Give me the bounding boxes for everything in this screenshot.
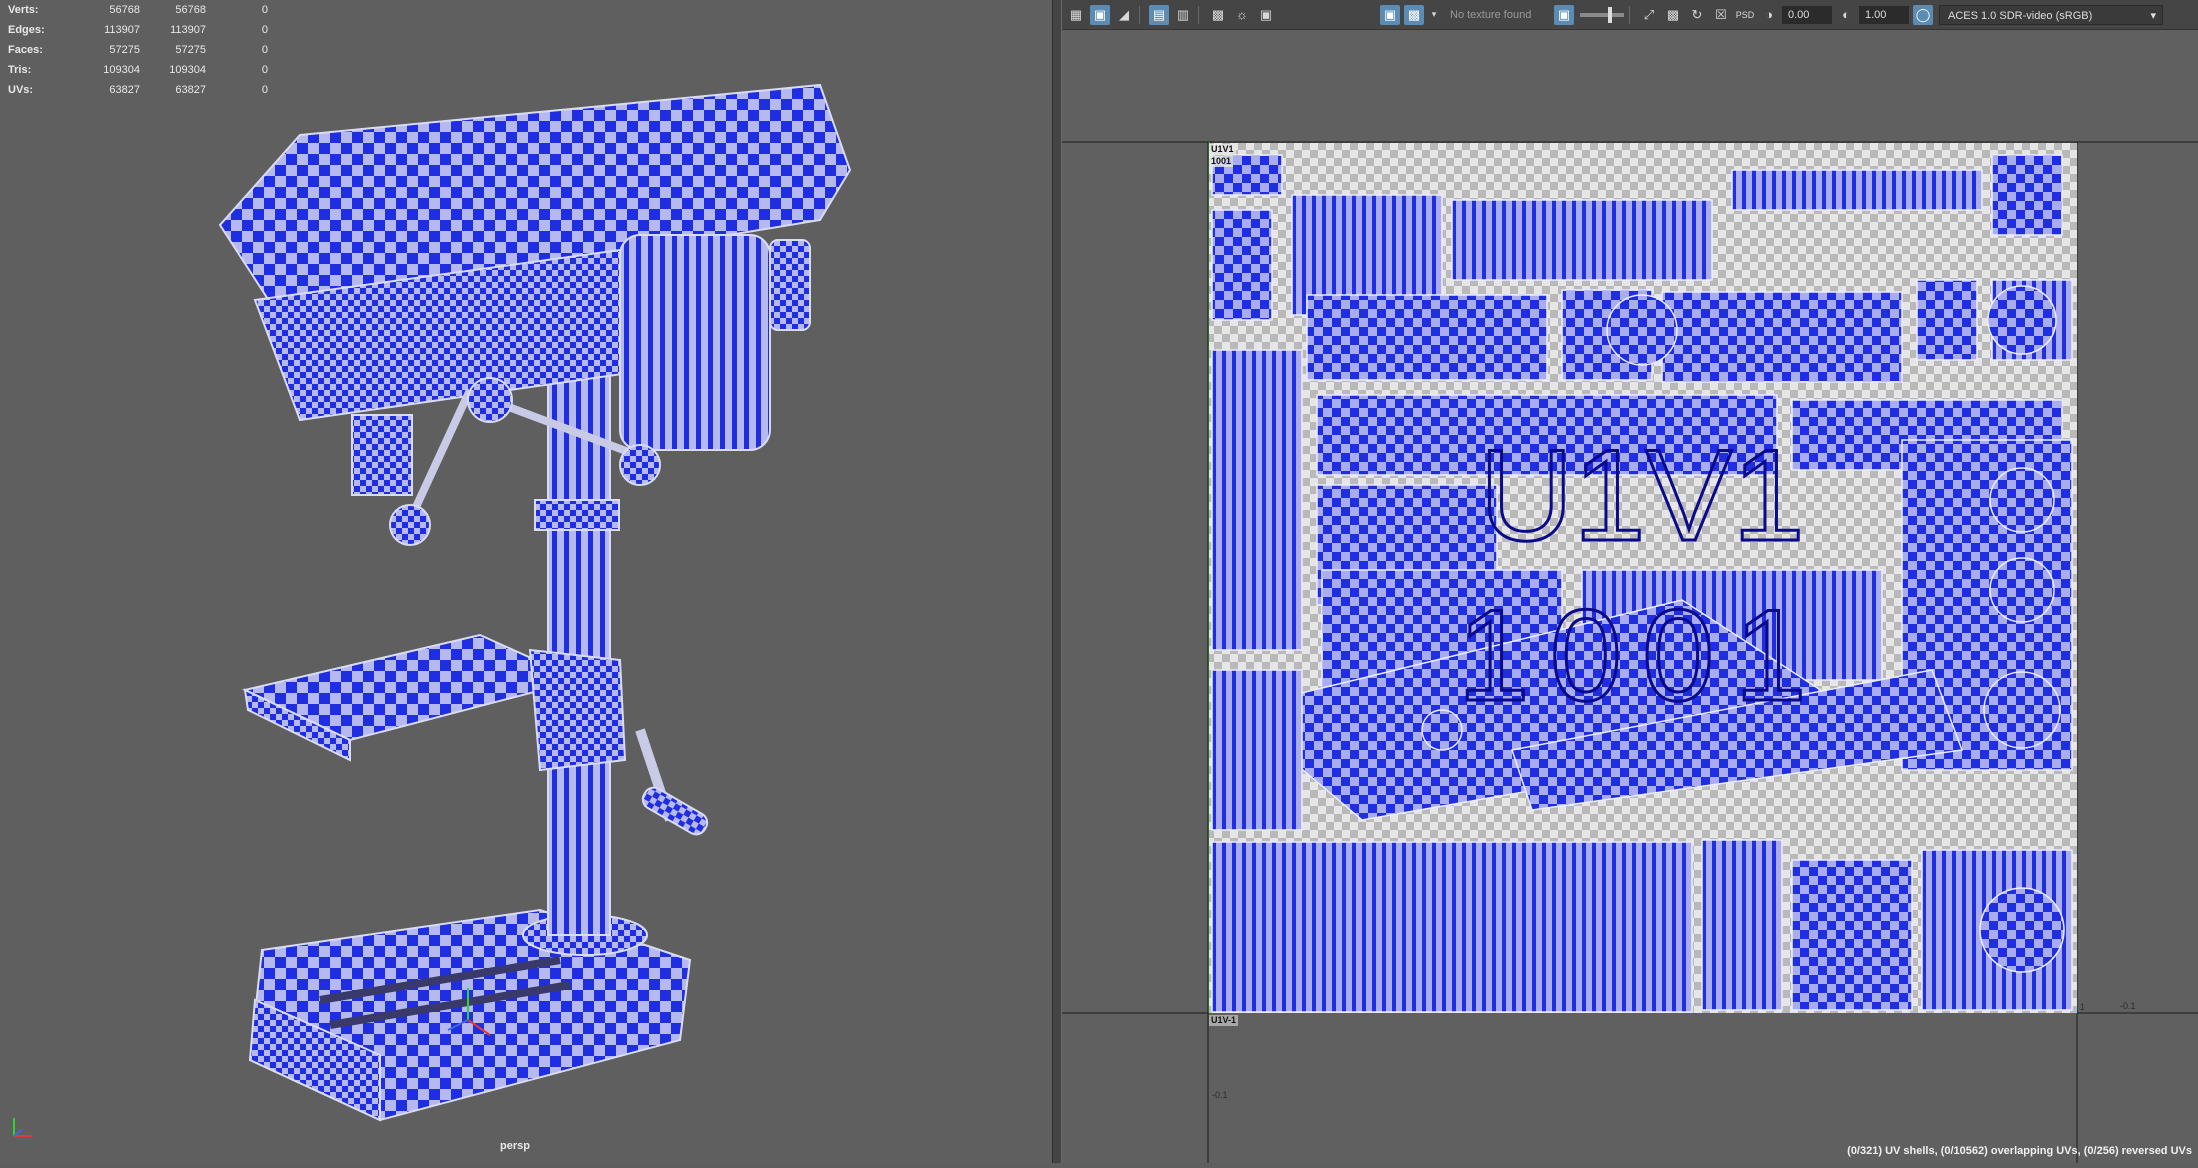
tick-one: 1: [2080, 1002, 2086, 1012]
uv-editor-panel[interactable]: ▦ ▣ ◢ ▤ ▥ ▩ ☼ ▣ ▣ ▩ ▾ No texture found ▣…: [1062, 0, 2198, 1163]
toolbar-separator: [1198, 5, 1199, 24]
stat-value: 113907: [104, 24, 140, 36]
drill-press-model[interactable]: [0, 0, 1052, 1163]
snapshot-icon[interactable]: ☼: [1232, 5, 1252, 25]
filter-icon[interactable]: ⤢: [1639, 5, 1659, 25]
uv-status-bar: (0/321) UV shells, (0/10562) overlapping…: [1847, 1145, 2192, 1157]
stat-label: Faces:: [8, 44, 43, 56]
stat-row: UVs: 63827 63827 0: [8, 80, 268, 100]
stat-value: 0: [261, 64, 268, 76]
toolbar-separator: [1629, 5, 1630, 24]
tile-label-lower: U1V-1: [1209, 1015, 1239, 1026]
tile-watermark-number: 1001: [1457, 582, 1826, 728]
panel-divider[interactable]: [1052, 0, 1062, 1163]
perspective-viewport[interactable]: Verts: 56768 56768 0 Edges: 113907 113907 0 Fa…: [0, 0, 1052, 1163]
camera-name-label: persp: [500, 1140, 530, 1152]
stat-value: 109304: [103, 64, 140, 76]
tick-neg-u: -0.1: [2120, 1001, 2136, 1011]
gamma-icon[interactable]: ◐: [1836, 5, 1856, 25]
stat-row: Edges: 113907 113907 0: [8, 20, 268, 40]
poly-count-hud: Verts: 56768 56768 0 Edges: 113907 113907 0 Fa…: [8, 0, 268, 100]
stat-label: Edges:: [8, 24, 45, 36]
stat-value: 0: [261, 24, 268, 36]
stat-value: 0: [261, 4, 268, 16]
stat-value: 56768: [175, 4, 206, 16]
shaded-uv-icon[interactable]: ◢: [1114, 5, 1134, 25]
uv-display-icon[interactable]: ▣: [1090, 4, 1110, 25]
stat-label: UVs:: [8, 84, 34, 96]
texture-status: No texture found: [1450, 8, 1532, 21]
tile-watermark-uv: U1V1: [1479, 422, 1804, 568]
color-space-value: ACES 1.0 SDR-video (sRGB): [1948, 9, 2093, 22]
rgb-channel-icon[interactable]: ↻: [1687, 5, 1707, 25]
stat-value: 63827: [175, 84, 206, 96]
psd-icon[interactable]: PSD: [1735, 5, 1755, 25]
isolate-icon[interactable]: ▥: [1173, 5, 1193, 25]
dim-image-slider[interactable]: [1580, 6, 1624, 23]
stat-value: 113907: [170, 24, 206, 36]
grid-icon[interactable]: ▤: [1149, 4, 1169, 25]
stat-label: Tris:: [8, 64, 32, 76]
texture-dropdown-icon[interactable]: ▾: [1428, 5, 1440, 25]
tick-neg-v: -0.1: [1212, 1090, 1228, 1100]
image-ratio-icon[interactable]: ▣: [1554, 4, 1574, 25]
stat-value: 63827: [109, 84, 140, 96]
slider-handle[interactable]: [1608, 6, 1612, 23]
camera-icon[interactable]: ▣: [1256, 5, 1276, 25]
stat-label: Verts:: [8, 4, 39, 16]
stat-value: 109304: [169, 64, 206, 76]
toolbar-separator: [1139, 5, 1140, 24]
uv-toolbar: ▦ ▣ ◢ ▤ ▥ ▩ ☼ ▣ ▣ ▩ ▾ No texture found ▣…: [1062, 0, 2198, 30]
exposure-field[interactable]: 0.00: [1782, 5, 1832, 24]
tile-label-upper: U1V1: [1209, 144, 1236, 155]
stat-value: 0: [261, 44, 268, 56]
gamma-field[interactable]: 1.00: [1859, 5, 1909, 24]
colorspace-icon[interactable]: ◯: [1913, 4, 1933, 25]
alpha-channel-icon[interactable]: ☒: [1711, 5, 1731, 25]
image-settings-icon[interactable]: ▩: [1663, 5, 1683, 25]
stat-row: Verts: 56768 56768 0: [8, 0, 268, 20]
checker-icon[interactable]: ▩: [1208, 5, 1228, 25]
tile-label-number: 1001: [1209, 156, 1234, 167]
checker-toggle-icon[interactable]: ▩: [1404, 4, 1424, 25]
stat-value: 56768: [109, 4, 140, 16]
exposure-icon[interactable]: ◑: [1759, 5, 1779, 25]
uv-layout[interactable]: U1V1 1001: [1062, 30, 2198, 1163]
stat-row: Faces: 57275 57275 0: [8, 40, 268, 60]
panel-layout-icon[interactable]: ▦: [1066, 5, 1086, 25]
stat-value: 0: [261, 84, 268, 96]
color-space-dropdown[interactable]: ACES 1.0 SDR-video (sRGB) ▾: [1939, 4, 2163, 25]
uv-canvas[interactable]: U1V1 1001 U1V1 1001 U1V-1 -0.1 -0.1 1: [1062, 30, 2198, 1163]
image-display-icon[interactable]: ▣: [1380, 4, 1400, 25]
stat-value: 57275: [175, 44, 206, 56]
stat-row: Tris: 109304 109304 0: [8, 60, 268, 80]
axis-orientation-icon: [13, 1118, 32, 1137]
stat-value: 57275: [109, 44, 140, 56]
chevron-down-icon: ▾: [2150, 9, 2156, 22]
